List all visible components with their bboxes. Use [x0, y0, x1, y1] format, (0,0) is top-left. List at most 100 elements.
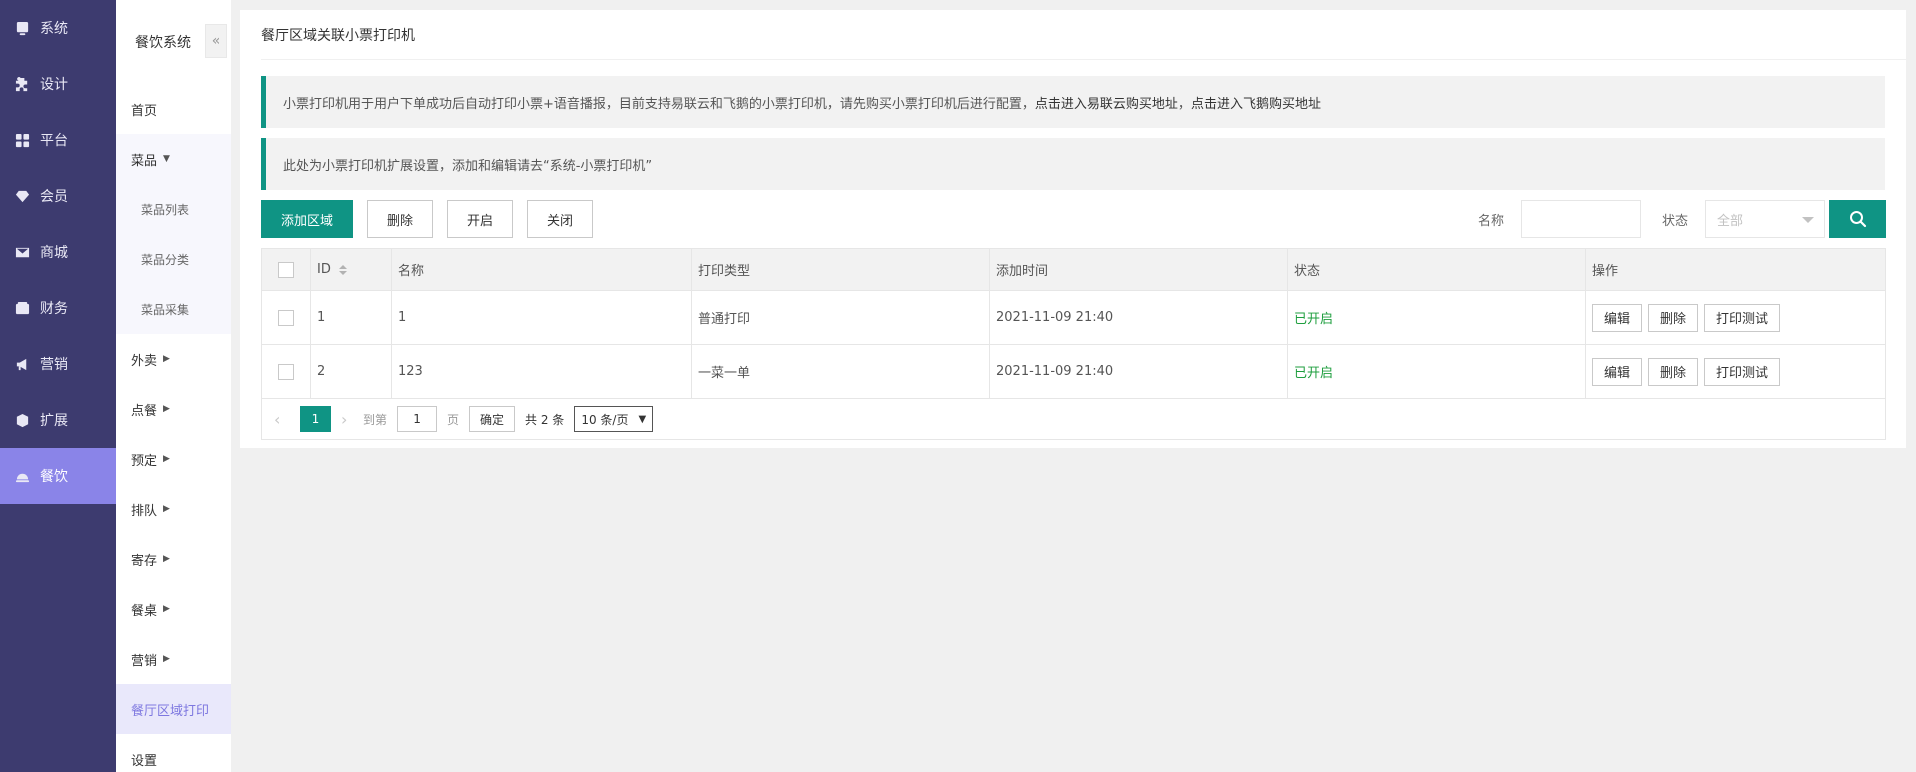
page-jump-input[interactable]: 1 — [397, 406, 438, 432]
nav-item-catering[interactable]: 餐饮 — [0, 448, 116, 504]
nav-item-shop[interactable]: 商城 — [0, 224, 116, 280]
sub-item-queue[interactable]: 排队 ▶ — [116, 484, 231, 534]
sub-item-label: 预定 — [131, 453, 158, 469]
state-filter-select[interactable]: 全部 — [1705, 200, 1825, 238]
info-tip-printer: 小票打印机用于用户下单成功后自动打印小票+语音播报，目前支持易联云和飞鹅的小票打… — [261, 76, 1885, 128]
cell-ops: 编辑 删除 打印测试 — [1586, 345, 1885, 398]
sub-sidebar-title: 餐饮系统 — [135, 35, 191, 51]
sub-item-label: 点餐 — [131, 403, 158, 419]
goto-label: 到第 — [363, 412, 388, 427]
sub-item-label: 餐厅区域打印 — [131, 703, 210, 719]
page-unit-label: 页 — [447, 412, 460, 427]
sub-item-dish-category[interactable]: 菜品分类 — [116, 234, 231, 284]
sub-item-marketing[interactable]: 营销 ▶ — [116, 634, 231, 684]
caret-right-icon: ▶ — [163, 354, 170, 364]
main-panel: 餐厅区域关联小票打印机 小票打印机用于用户下单成功后自动打印小票+语音播报，目前… — [240, 10, 1906, 448]
wallet-icon — [14, 300, 30, 316]
cell-state: 已开启 — [1288, 345, 1586, 398]
table-header-row: ID 名称 打印类型 添加时间 状态 操作 — [262, 249, 1885, 291]
name-filter-input[interactable] — [1521, 200, 1641, 238]
page-size-value: 10 条/页 — [581, 412, 629, 427]
enable-button[interactable]: 开启 — [447, 200, 513, 238]
nav-item-extension[interactable]: 扩展 — [0, 392, 116, 448]
header-label: ID — [317, 262, 331, 277]
edit-button[interactable]: 编辑 — [1592, 357, 1643, 386]
sub-item-dish-collect[interactable]: 菜品采集 — [116, 284, 231, 334]
sub-item-dishes[interactable]: 菜品 ▼ — [116, 134, 231, 184]
nav-item-system[interactable]: 系统 — [0, 0, 116, 56]
nav-item-finance[interactable]: 财务 — [0, 280, 116, 336]
sub-item-settings[interactable]: 设置 — [116, 734, 231, 772]
monitor-icon — [14, 20, 30, 36]
sub-item-label: 营销 — [131, 653, 158, 669]
add-area-button[interactable]: 添加区域 — [261, 200, 353, 238]
double-chevron-left-icon: « — [211, 33, 221, 49]
search-button[interactable] — [1829, 200, 1886, 238]
header-state: 状态 — [1288, 249, 1586, 290]
caret-right-icon: ▶ — [163, 504, 170, 514]
edit-button[interactable]: 编辑 — [1592, 303, 1643, 332]
cell-id: 1 — [311, 291, 392, 344]
next-page-button[interactable]: › — [341, 410, 357, 429]
nav-item-design[interactable]: 设计 — [0, 56, 116, 112]
cell-name: 123 — [392, 345, 692, 398]
nav-label: 设计 — [40, 77, 68, 93]
sub-item-table[interactable]: 餐桌 ▶ — [116, 584, 231, 634]
sub-item-label: 排队 — [131, 503, 158, 519]
total-count: 共 2 条 — [525, 412, 565, 427]
sub-sidebar: 餐饮系统 « 首页 菜品 ▼ 菜品列表 菜品分类 菜品采集 外卖 ▶ 点餐 ▶ 预定 ▶… — [116, 0, 231, 772]
pagination: ‹ 1 › 到第 1 页 确定 共 2 条 10 条/页 ▼ — [262, 399, 1885, 439]
print-test-button[interactable]: 打印测试 — [1704, 357, 1781, 386]
puzzle-icon — [14, 76, 30, 92]
current-page[interactable]: 1 — [300, 406, 331, 432]
name-filter-label: 名称 — [1478, 213, 1505, 229]
diamond-icon — [14, 188, 30, 204]
sub-item-takeout[interactable]: 外卖 ▶ — [116, 334, 231, 384]
mail-icon — [14, 244, 30, 260]
sub-item-area-print[interactable]: 餐厅区域打印 — [116, 684, 231, 734]
prev-page-button[interactable]: ‹ — [274, 410, 290, 429]
tip-text: 小票打印机用于用户下单成功后自动打印小票+语音播报，目前支持易联云和飞鹅的小票打… — [283, 96, 1035, 112]
select-all-checkbox[interactable] — [278, 261, 294, 278]
row-checkbox-cell — [262, 291, 311, 344]
delete-button[interactable]: 删除 — [367, 200, 433, 238]
sub-item-order[interactable]: 点餐 ▶ — [116, 384, 231, 434]
nav-label: 扩展 — [40, 413, 68, 429]
nav-item-marketing[interactable]: 营销 — [0, 336, 116, 392]
header-id[interactable]: ID — [311, 249, 392, 290]
sub-item-home[interactable]: 首页 — [116, 84, 231, 134]
nav-item-platform[interactable]: 平台 — [0, 112, 116, 168]
printer-area-table: ID 名称 打印类型 添加时间 状态 操作 1 1 普通打印 2021-11-0… — [261, 248, 1886, 440]
sub-item-storage[interactable]: 寄存 ▶ — [116, 534, 231, 584]
nav-label: 财务 — [40, 301, 68, 317]
nav-label: 餐饮 — [40, 469, 68, 485]
tip-separator: ， — [1177, 96, 1191, 112]
header-ops: 操作 — [1592, 264, 1619, 279]
row-delete-button[interactable]: 删除 — [1648, 303, 1699, 332]
nav-label: 平台 — [40, 133, 68, 149]
sub-item-label: 餐桌 — [131, 603, 158, 619]
page-title: 餐厅区域关联小票打印机 — [261, 10, 1906, 60]
page-jump-confirm-button[interactable]: 确定 — [469, 406, 516, 432]
sub-item-reserve[interactable]: 预定 ▶ — [116, 434, 231, 484]
sub-item-dish-list[interactable]: 菜品列表 — [116, 184, 231, 234]
sort-icon[interactable] — [338, 264, 347, 275]
print-test-button[interactable]: 打印测试 — [1704, 303, 1781, 332]
page-size-select[interactable]: 10 条/页 ▼ — [574, 406, 654, 432]
sub-item-label: 设置 — [131, 753, 158, 769]
sub-item-label: 菜品 — [131, 153, 158, 169]
row-checkbox[interactable] — [278, 363, 294, 380]
row-delete-button[interactable]: 删除 — [1648, 357, 1699, 386]
cube-icon — [14, 412, 30, 428]
feie-purchase-link[interactable]: 点击进入飞鹅购买地址 — [1191, 93, 1321, 112]
row-checkbox[interactable] — [278, 309, 294, 326]
caret-right-icon: ▶ — [163, 454, 170, 464]
disable-button[interactable]: 关闭 — [527, 200, 593, 238]
yilianyun-purchase-link[interactable]: 点击进入易联云购买地址 — [1035, 93, 1178, 112]
row-checkbox-cell — [262, 345, 311, 398]
sub-item-label: 菜品分类 — [141, 252, 190, 267]
main-nav: 系统 设计 平台 会员 商城 财务 营销 扩展 餐饮 — [0, 0, 116, 772]
collapse-sidebar-button[interactable]: « — [205, 24, 227, 58]
cell-id: 2 — [311, 345, 392, 398]
nav-item-member[interactable]: 会员 — [0, 168, 116, 224]
